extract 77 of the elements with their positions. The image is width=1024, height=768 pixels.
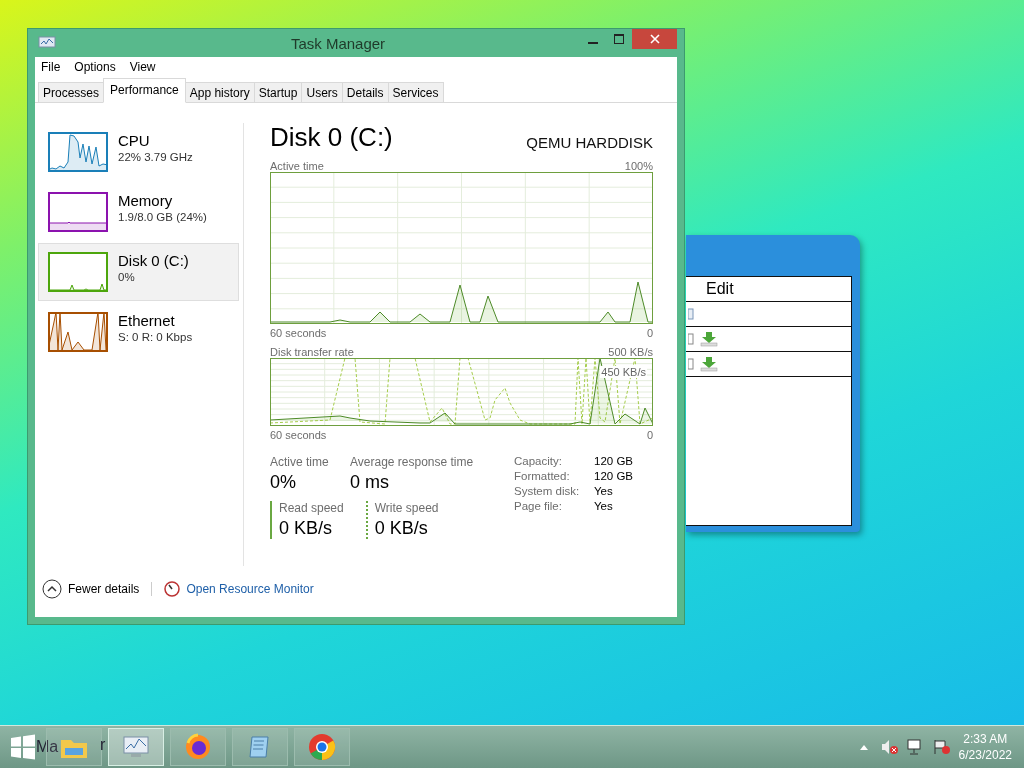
graph-label: Active time (270, 160, 324, 172)
graph-zero-label: 0 (646, 327, 653, 339)
speaker-muted-icon[interactable] (880, 739, 899, 755)
tab[interactable]: Details (341, 82, 389, 102)
property-value: 120 GB (594, 455, 633, 467)
menu-item[interactable]: Edit (706, 280, 734, 298)
resource-item[interactable]: Memory 1.9/8.0 GB (24%) (38, 183, 239, 241)
close-icon (649, 34, 660, 44)
usage-graph-icon (48, 312, 108, 352)
property-value: Yes (594, 485, 614, 497)
stat-label: Active time (270, 455, 330, 469)
stat-value: 0% (270, 472, 297, 493)
taskbar-app-button[interactable] (294, 728, 351, 766)
monitor-icon (121, 734, 152, 760)
resource-item[interactable]: Ethernet S: 0 R: 0 Kbps (38, 303, 239, 361)
resource-item[interactable]: Disk 0 (C:) 0% (38, 243, 239, 301)
resource-detail: 0% (118, 271, 136, 283)
stat-label: Read speed (279, 501, 344, 515)
resource-name: Memory (118, 192, 174, 210)
usage-graph-icon (48, 252, 108, 292)
caret-up-icon[interactable] (858, 743, 869, 751)
tab[interactable]: Performance (103, 78, 186, 103)
graph-max-label: 500 KB/s (608, 346, 653, 358)
stat-label: Write speed (374, 501, 439, 515)
menu-item[interactable]: View (129, 60, 156, 76)
tab[interactable]: Users (301, 82, 343, 102)
property-value: 120 GB (594, 470, 633, 482)
graph-time-label: 60 seconds (270, 327, 327, 339)
tab[interactable]: App history (184, 82, 255, 102)
graph-zero-label: 0 (646, 429, 653, 441)
property-label: System disk: (514, 485, 581, 497)
resource-name: CPU (118, 132, 151, 150)
document-icon (688, 307, 694, 321)
property-label: Formatted: (514, 470, 571, 482)
property-label: Page file: (514, 500, 563, 512)
disk-model: QEMU HARDDISK (526, 134, 653, 151)
resource-item[interactable]: CPU 22% 3.79 GHz (38, 123, 239, 181)
tab[interactable]: Startup (253, 82, 303, 102)
property-value: Yes (594, 500, 614, 512)
taskbar-text: Ma (36, 738, 59, 756)
taskbar-text: r (100, 736, 106, 754)
resource-detail: S: 0 R: 0 Kbps (118, 331, 193, 343)
resource-name: Ethernet (118, 312, 176, 330)
gauge-icon (164, 581, 181, 597)
resource-detail: 22% 3.79 GHz (118, 151, 193, 163)
flag-icon[interactable] (932, 739, 951, 755)
collapse-icon[interactable] (42, 579, 62, 599)
resource-name: Disk 0 (C:) (118, 252, 189, 270)
window-title: Task Manager (289, 34, 387, 52)
windows-icon[interactable] (10, 734, 36, 760)
graph-label: Disk transfer rate (270, 346, 354, 358)
tab[interactable]: Processes (38, 82, 105, 102)
resource-detail: 1.9/8.0 GB (24%) (118, 211, 207, 223)
tab[interactable]: Services (387, 82, 444, 102)
browser-icon (307, 732, 338, 762)
stat-value: 0 ms (350, 472, 390, 493)
stat-value: 0 KB/s (279, 518, 334, 539)
usage-graph-icon (48, 132, 108, 172)
graph-max-label: 100% (624, 160, 653, 172)
minimize-icon (588, 41, 598, 44)
disk-title: Disk 0 (C:) (270, 122, 393, 153)
maximize-icon (614, 34, 624, 44)
taskbar-app-button[interactable] (170, 728, 227, 766)
stat-value: 0 KB/s (374, 518, 429, 539)
fewer-details-link[interactable]: Fewer details (68, 582, 140, 596)
browser-icon (184, 733, 213, 761)
monitor-icon (38, 36, 56, 50)
graph-time-label: 60 seconds (270, 429, 327, 441)
usage-graph-icon (48, 192, 108, 232)
menu-item[interactable]: Options (74, 60, 116, 76)
stat-label: Average response time (350, 455, 474, 469)
download-icon (700, 356, 718, 372)
property-label: Capacity: (514, 455, 563, 467)
resource-monitor-link[interactable]: Open Resource Monitor (186, 582, 314, 596)
download-icon (700, 331, 718, 347)
rate-marker-label: 450 KB/s (600, 366, 647, 378)
menu-item[interactable]: File (41, 60, 61, 76)
